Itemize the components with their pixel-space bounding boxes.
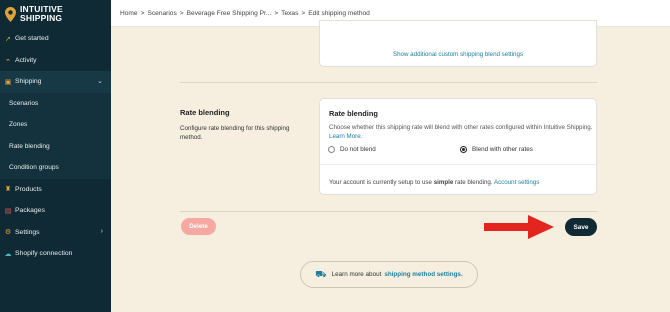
sidebar-item-products[interactable]: ♜ Products: [0, 179, 111, 201]
breadcrumb-scenario[interactable]: Beverage Free Shipping Pr...: [187, 10, 272, 17]
sidebar-item-shopify-connection[interactable]: ☁ Shopify connection: [0, 243, 111, 265]
card-divider: [320, 164, 596, 165]
custom-blend-card: Show additional custom shipping blend se…: [319, 20, 597, 67]
custom-blend-settings-link[interactable]: Show additional custom shipping blend se…: [320, 51, 596, 58]
radio-label: Do not blend: [340, 146, 376, 153]
red-arrow-annotation: [484, 215, 554, 239]
brand-logo[interactable]: INTUITIVE SHIPPING: [0, 0, 111, 28]
location-pin-icon: [5, 6, 16, 22]
breadcrumb-current: Edit shipping method: [308, 9, 370, 17]
sidebar-subitem-condition-groups[interactable]: Condition groups: [0, 157, 111, 179]
gear-icon: ⚙: [4, 229, 12, 237]
package-icon: ▤: [4, 207, 12, 215]
rate-blending-section-desc: Configure rate blending for this shippin…: [180, 125, 290, 141]
truck-icon: ▣: [4, 78, 12, 86]
sidebar-item-settings[interactable]: ⚙ Settings ›: [0, 222, 111, 244]
account-settings-link[interactable]: Account settings: [494, 179, 539, 186]
breadcrumb-separator: >: [301, 9, 306, 17]
shipping-illustration-icon: ⛟: [315, 268, 327, 279]
rate-blending-section-title: Rate blending: [180, 108, 230, 117]
sidebar-subitem-scenarios[interactable]: Scenarios: [0, 92, 111, 114]
sidebar-subitem-zones[interactable]: Zones: [0, 114, 111, 136]
sidebar-item-label: Packages: [15, 207, 45, 215]
cloud-icon: ☁: [4, 250, 12, 258]
rate-blending-card: Rate blending Choose whether this shippi…: [319, 98, 597, 195]
rate-blending-footer: Your account is currently setup to use s…: [329, 179, 539, 186]
save-button[interactable]: Save: [565, 218, 597, 236]
footer-bold: simple: [433, 179, 454, 186]
sidebar-item-label: Products: [15, 185, 42, 193]
rate-blending-card-desc: Choose whether this shipping rate will b…: [329, 123, 599, 141]
radio-label: Blend with other rates: [472, 146, 533, 153]
brand-line2: SHIPPING: [20, 13, 63, 23]
shipping-method-settings-link[interactable]: shipping method settings.: [384, 271, 462, 278]
footer-suffix: rate blending.: [455, 179, 493, 186]
breadcrumb-separator: >: [179, 9, 184, 17]
rate-blending-desc-text: Choose whether this shipping rate will b…: [329, 124, 593, 131]
learn-more-banner[interactable]: ⛟ Learn more about shipping method setti…: [300, 261, 478, 288]
sidebar-item-label: Activity: [15, 56, 37, 64]
rate-blending-card-title: Rate blending: [329, 109, 378, 118]
breadcrumb-scenarios[interactable]: Scenarios: [147, 10, 176, 17]
sidebar-item-label: Get started: [15, 35, 49, 43]
radio-blend-with-other-rates[interactable]: Blend with other rates: [460, 146, 533, 153]
activity-icon: ⌁: [5, 57, 11, 65]
sidebar-item-packages[interactable]: ▤ Packages: [0, 200, 111, 222]
learn-more-prefix: Learn more about: [331, 271, 382, 278]
breadcrumb-separator: >: [140, 9, 145, 17]
breadcrumb-separator: >: [274, 9, 279, 17]
sidebar-item-label: Settings: [15, 228, 40, 236]
chevron-right-icon: ›: [100, 227, 103, 235]
radio-do-not-blend[interactable]: Do not blend: [328, 146, 376, 153]
breadcrumb-zone[interactable]: Texas: [281, 10, 298, 17]
sidebar-item-get-started[interactable]: ➚ Get started: [0, 28, 111, 50]
rocket-icon: ➚: [5, 35, 11, 43]
sidebar-item-label: Shopify connection: [15, 250, 73, 258]
radio-circle: [328, 146, 335, 153]
footer-prefix: Your account is currently setup to use: [329, 179, 432, 186]
sidebar-item-shipping[interactable]: ▣ Shipping ⌄: [0, 71, 111, 93]
chevron-down-icon: ⌄: [97, 78, 103, 85]
sidebar-item-label: Shipping: [15, 78, 42, 86]
radio-circle-selected: [460, 146, 467, 153]
section-divider: [180, 82, 597, 83]
delete-button[interactable]: Delete: [181, 218, 216, 235]
sidebar: INTUITIVE SHIPPING ➚ Get started ⌁ Activ…: [0, 0, 111, 312]
sidebar-item-activity[interactable]: ⌁ Activity: [0, 50, 111, 72]
shirt-icon: ♜: [4, 186, 12, 194]
sidebar-subitem-rate-blending[interactable]: Rate blending: [0, 135, 111, 157]
learn-more-link[interactable]: Learn More.: [329, 133, 362, 140]
breadcrumb-home[interactable]: Home: [120, 10, 138, 17]
